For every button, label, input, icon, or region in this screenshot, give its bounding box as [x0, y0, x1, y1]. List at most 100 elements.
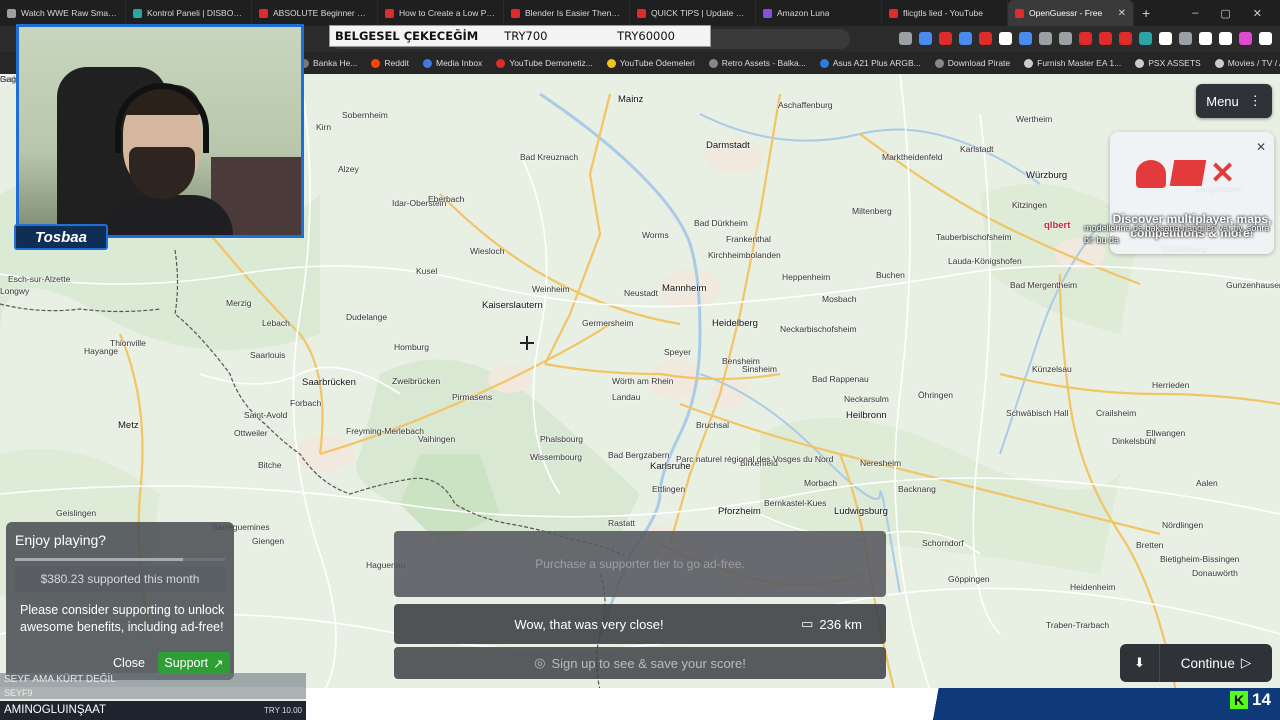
- extension-icon[interactable]: [899, 32, 912, 45]
- tab-title: ABSOLUTE Beginner Basic: [273, 8, 370, 18]
- city-label: Tauberbischofsheim: [936, 232, 1012, 242]
- tab-title: Kontrol Paneli | DISBOARD: [147, 8, 244, 18]
- tab-1[interactable]: Kontrol Paneli | DISBOARD: [126, 0, 252, 26]
- new-tab-button[interactable]: +: [1142, 5, 1150, 21]
- minimize-icon[interactable]: –: [1192, 7, 1198, 20]
- result-distance: ▭ 236 km: [801, 604, 862, 644]
- city-label: Aschaffenburg: [778, 100, 833, 110]
- bookmark-item[interactable]: YouTube Ödemeleri: [606, 58, 695, 68]
- bookmark-item[interactable]: Furnish Master EA 1...: [1024, 58, 1121, 68]
- support-label: Support: [164, 656, 209, 670]
- tab-0[interactable]: Watch WWE Raw SmackD: [0, 0, 126, 26]
- extension-icon[interactable]: [1019, 32, 1032, 45]
- tab-title: How to Create a Low Poly: [399, 8, 496, 18]
- city-label: Gunzenhausen: [1226, 280, 1280, 290]
- pin-icon: ⬇: [1134, 655, 1145, 670]
- extension-icon[interactable]: [1099, 32, 1112, 45]
- tab-6[interactable]: Amazon Luna: [756, 0, 882, 26]
- city-label: Heilbronn: [846, 410, 887, 421]
- continue-control: ⬇ Continue ▷: [1120, 644, 1272, 682]
- tab-2[interactable]: ABSOLUTE Beginner Basic: [252, 0, 378, 26]
- close-window-icon[interactable]: ✕: [1253, 7, 1262, 20]
- donation-ticker: SEYF AMA KÜRT DEĞİL SEYF9 AMINOGLUINŞAAT…: [0, 673, 306, 720]
- city-label: Bernkastel-Kues: [764, 498, 827, 508]
- city-label: Traben-Trarbach: [1046, 620, 1110, 630]
- pin-button[interactable]: ⬇: [1120, 644, 1160, 682]
- promo-close-icon[interactable]: ✕: [1256, 140, 1266, 154]
- bookmark-label: Asus A21 Plus ARGB...: [832, 58, 921, 68]
- extension-icon[interactable]: [1039, 32, 1052, 45]
- extension-icon[interactable]: [939, 32, 952, 45]
- bookmark-label: Reddit: [384, 58, 409, 68]
- city-label: Buchen: [876, 270, 905, 280]
- stream-screen: Watch WWE Raw SmackD Kontrol Paneli | DIS…: [0, 0, 1280, 720]
- extension-icon[interactable]: [959, 32, 972, 45]
- bookmark-item[interactable]: YouTube Demonetiz...: [496, 58, 593, 68]
- support-amount: $380.23 supported this month: [15, 566, 225, 592]
- menu-button[interactable]: Menu ⋮: [1196, 84, 1272, 118]
- tab-7[interactable]: flicgtls lied - YouTube: [882, 0, 1008, 26]
- bookmark-item[interactable]: Asus A21 Plus ARGB...: [819, 58, 921, 68]
- bookmark-label: Movies / TV / Anim...: [1227, 58, 1280, 68]
- ticker-amount: TRY 10.00: [264, 706, 302, 715]
- city-label: Bietigheim-Bissingen: [1160, 554, 1240, 564]
- tab-4[interactable]: Blender Is Easier Then You: [504, 0, 630, 26]
- tab-close-icon[interactable]: ✕: [1118, 8, 1126, 19]
- city-label: Metz: [118, 420, 139, 431]
- city-label: Neustadt: [624, 288, 659, 298]
- tab-8[interactable]: OpenGuessr - Free ✕: [1008, 0, 1134, 26]
- extension-icon[interactable]: [1059, 32, 1072, 45]
- bookmark-item[interactable]: Retro Assets - Balka...: [708, 58, 806, 68]
- extension-icon[interactable]: [1219, 32, 1232, 45]
- extension-icon[interactable]: [999, 32, 1012, 45]
- city-label: Wissembourg: [530, 452, 582, 462]
- city-label: Weinheim: [532, 284, 570, 294]
- continue-button[interactable]: Continue ▷: [1160, 655, 1272, 671]
- tab-5[interactable]: QUICK TIPS | Update Hand: [630, 0, 756, 26]
- user-icon: ◎: [534, 655, 546, 670]
- city-label: Dinkelsbühl: [1112, 436, 1156, 446]
- city-label: Saint-Avold: [244, 410, 288, 420]
- bookmark-item[interactable]: Reddit: [371, 58, 409, 68]
- tab-favicon-icon: [133, 8, 142, 18]
- tab-favicon-icon: [7, 8, 16, 18]
- bookmark-item[interactable]: Banka He...: [300, 58, 357, 68]
- bookmark-label: Media Inbox: [436, 58, 483, 68]
- bookmark-icon: [496, 58, 506, 68]
- extension-icon[interactable]: [1119, 32, 1132, 45]
- bookmark-label: YouTube Ödemeleri: [619, 58, 695, 68]
- extension-icon[interactable]: [1079, 32, 1092, 45]
- extension-icon[interactable]: [1259, 32, 1272, 45]
- promo-shapes: ✕: [1136, 157, 1238, 190]
- extension-icon[interactable]: [1139, 32, 1152, 45]
- city-label: Schorndorf: [922, 538, 964, 548]
- extension-icon[interactable]: [979, 32, 992, 45]
- city-label: Landau: [612, 392, 641, 402]
- city-label: Saarbrücken: [302, 377, 356, 388]
- tab-3[interactable]: How to Create a Low Poly: [378, 0, 504, 26]
- city-label: Pirmasens: [452, 392, 493, 402]
- banner-title: BELGESEL ÇEKECEĞİM: [335, 29, 479, 43]
- maximize-icon[interactable]: ▢: [1220, 7, 1230, 20]
- support-button[interactable]: Support ↗: [158, 652, 230, 674]
- city-label: Miltenberg: [852, 206, 892, 216]
- extension-icon[interactable]: [1179, 32, 1192, 45]
- bookmark-item[interactable]: Media Inbox: [423, 58, 482, 68]
- extension-icon[interactable]: [1159, 32, 1172, 45]
- city-label: Heppenheim: [782, 272, 831, 282]
- bookmark-item[interactable]: Movies / TV / Anim...: [1214, 58, 1280, 68]
- extension-icon[interactable]: [1239, 32, 1252, 45]
- city-label: Kitzingen: [1012, 200, 1047, 210]
- support-close-button[interactable]: Close: [106, 652, 152, 674]
- extension-icon[interactable]: [1199, 32, 1212, 45]
- x-shape-icon: ✕: [1210, 157, 1236, 190]
- bookmark-item[interactable]: PSX ASSETS: [1135, 58, 1201, 68]
- city-label: Bretten: [1136, 540, 1164, 550]
- city-label: Eberbach: [428, 194, 465, 204]
- kick-logo-icon: K: [1230, 691, 1248, 709]
- extension-icon[interactable]: [919, 32, 932, 45]
- city-label: Neresheim: [860, 458, 902, 468]
- bookmark-item[interactable]: Download Pirate: [934, 58, 1010, 68]
- city-label: Kirn: [316, 122, 332, 132]
- signup-button[interactable]: ◎ Sign up to see & save your score!: [394, 647, 886, 679]
